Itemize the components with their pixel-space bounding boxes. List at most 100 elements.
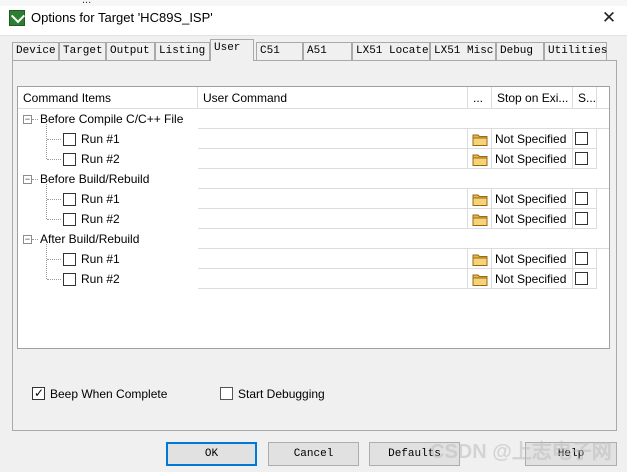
stop-on-exit-select[interactable]: Not Specified	[492, 209, 573, 229]
start-debugging-checkbox[interactable]	[220, 387, 233, 400]
run-row[interactable]: Run #2 Not Specified	[18, 269, 609, 289]
group-command-span	[198, 109, 609, 129]
column-header-browse[interactable]: ...	[468, 87, 492, 109]
folder-open-icon	[472, 253, 488, 266]
tree-line	[47, 139, 61, 140]
user-command-input[interactable]	[198, 189, 468, 209]
collapse-icon[interactable]: −	[23, 175, 32, 184]
stop-on-exit-select[interactable]: Not Specified	[492, 189, 573, 209]
group-label: Before Build/Rebuild	[40, 172, 150, 186]
column-header-command-items[interactable]: Command Items	[18, 87, 198, 109]
s-checkbox[interactable]	[575, 192, 588, 205]
run-label: Run #1	[81, 132, 120, 146]
tree-line	[47, 199, 61, 200]
group-command-span	[198, 229, 609, 249]
folder-open-icon	[472, 153, 488, 166]
run-row[interactable]: Run #2 Not Specified	[18, 149, 609, 169]
browse-button[interactable]	[468, 189, 492, 209]
run-enable-checkbox[interactable]	[63, 213, 76, 226]
s-cell	[573, 129, 597, 149]
s-checkbox[interactable]	[575, 252, 588, 265]
group-row[interactable]: − After Build/Rebuild	[18, 229, 609, 249]
start-debugging-label: Start Debugging	[238, 387, 325, 401]
run-label: Run #1	[81, 252, 120, 266]
beep-when-complete-label: Beep When Complete	[50, 387, 168, 401]
run-row[interactable]: Run #1 Not Specified	[18, 129, 609, 149]
tab-lx51-misc[interactable]: LX51 Misc	[430, 42, 496, 60]
s-checkbox[interactable]	[575, 132, 588, 145]
stop-on-exit-select[interactable]: Not Specified	[492, 249, 573, 269]
group-command-span	[198, 169, 609, 189]
column-header-s[interactable]: S...	[573, 87, 597, 109]
tab-listing[interactable]: Listing	[155, 42, 210, 60]
run-enable-checkbox[interactable]	[63, 133, 76, 146]
tab-output[interactable]: Output	[106, 42, 155, 60]
run-enable-checkbox[interactable]	[63, 253, 76, 266]
browse-button[interactable]	[468, 249, 492, 269]
run-enable-checkbox[interactable]	[63, 153, 76, 166]
tab-debug[interactable]: Debug	[496, 42, 544, 60]
run-row[interactable]: Run #1 Not Specified	[18, 249, 609, 269]
run-label: Run #2	[81, 212, 120, 226]
s-checkbox[interactable]	[575, 152, 588, 165]
browse-button[interactable]	[468, 269, 492, 289]
user-command-grid: Command Items User Command ... Stop on E…	[17, 86, 610, 349]
close-button[interactable]: ✕	[596, 6, 622, 30]
tree-line	[32, 179, 38, 180]
cancel-button[interactable]: Cancel	[268, 442, 359, 466]
app-icon	[9, 10, 25, 26]
run-enable-checkbox[interactable]	[63, 193, 76, 206]
tab-device[interactable]: Device	[12, 42, 59, 60]
tree-line	[47, 259, 61, 260]
user-command-input[interactable]	[198, 209, 468, 229]
stop-on-exit-select[interactable]: Not Specified	[492, 129, 573, 149]
beep-when-complete-checkbox[interactable]: ✓	[32, 386, 45, 400]
folder-open-icon	[472, 133, 488, 146]
stop-on-exit-select[interactable]: Not Specified	[492, 149, 573, 169]
s-cell	[573, 149, 597, 169]
tree-line	[47, 219, 61, 220]
browse-button[interactable]	[468, 209, 492, 229]
s-cell	[573, 189, 597, 209]
ok-button[interactable]: OK	[166, 442, 257, 466]
tab-user[interactable]: User	[210, 39, 254, 61]
collapse-icon[interactable]: −	[23, 235, 32, 244]
column-header-user-command[interactable]: User Command	[198, 87, 468, 109]
run-label: Run #1	[81, 192, 120, 206]
column-header-filler	[597, 87, 609, 109]
user-command-input[interactable]	[198, 249, 468, 269]
run-row[interactable]: Run #1 Not Specified	[18, 189, 609, 209]
tree-line	[47, 159, 61, 160]
user-command-input[interactable]	[198, 149, 468, 169]
group-row[interactable]: − Before Compile C/C++ File	[18, 109, 609, 129]
watermark: CSDN @上志电子网	[430, 441, 612, 463]
tab-c51[interactable]: C51	[256, 42, 303, 60]
run-row[interactable]: Run #2 Not Specified	[18, 209, 609, 229]
s-cell	[573, 269, 597, 289]
folder-open-icon	[472, 213, 488, 226]
group-label: Before Compile C/C++ File	[40, 112, 184, 126]
column-header-stop-on-exit[interactable]: Stop on Exi...	[492, 87, 573, 109]
background-window-sliver: ...	[0, 0, 627, 6]
user-command-input[interactable]	[198, 269, 468, 289]
s-checkbox[interactable]	[575, 272, 588, 285]
tab-lx51-locate[interactable]: LX51 Locate	[352, 42, 430, 60]
browse-button[interactable]	[468, 149, 492, 169]
group-row[interactable]: − Before Build/Rebuild	[18, 169, 609, 189]
s-cell	[573, 209, 597, 229]
window-title: Options for Target 'HC89S_ISP'	[31, 10, 213, 25]
tab-utilities[interactable]: Utilities	[544, 42, 607, 60]
s-cell	[573, 249, 597, 269]
tab-target[interactable]: Target	[59, 42, 106, 60]
run-label: Run #2	[81, 152, 120, 166]
tab-a51[interactable]: A51	[303, 42, 352, 60]
tree-line	[32, 119, 38, 120]
run-enable-checkbox[interactable]	[63, 273, 76, 286]
browse-button[interactable]	[468, 129, 492, 149]
collapse-icon[interactable]: −	[23, 115, 32, 124]
user-command-input[interactable]	[198, 129, 468, 149]
stop-on-exit-select[interactable]: Not Specified	[492, 269, 573, 289]
tree-line	[32, 239, 38, 240]
close-icon: ✕	[601, 8, 617, 27]
s-checkbox[interactable]	[575, 212, 588, 225]
